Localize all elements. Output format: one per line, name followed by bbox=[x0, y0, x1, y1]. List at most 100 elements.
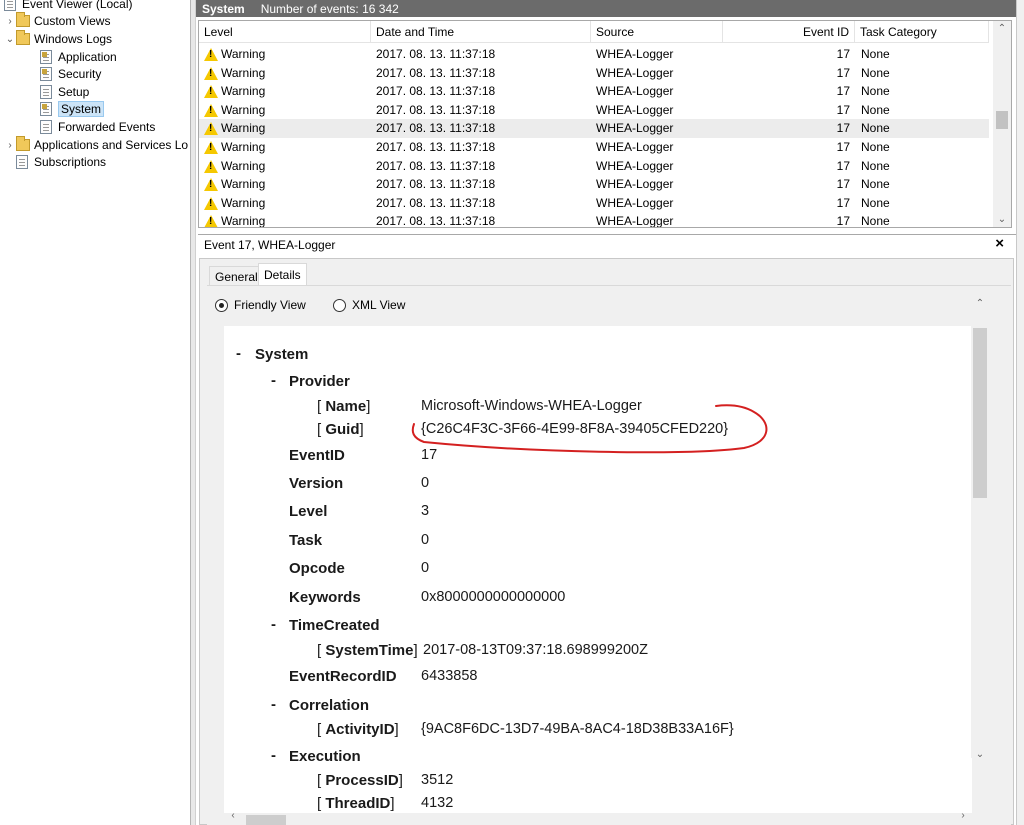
cell-task-category: None bbox=[861, 214, 890, 228]
table-row[interactable]: Warning 2017. 08. 13. 11:37:18 WHEA-Logger… bbox=[199, 212, 989, 228]
tree-item-windows-logs[interactable]: ⌄ Windows Logs bbox=[4, 30, 112, 48]
field-keywords-value: 0x8000000000000000 bbox=[421, 589, 566, 605]
tree-item-label: Event Viewer (Local) bbox=[22, 0, 133, 11]
cell-level: Warning bbox=[221, 195, 266, 210]
friendly-view-radio[interactable]: Friendly View bbox=[215, 298, 306, 312]
cell-source: WHEA-Logger bbox=[596, 177, 674, 192]
actions-pane-edge bbox=[1016, 0, 1024, 825]
cell-source: WHEA-Logger bbox=[596, 195, 674, 210]
scrollbar-thumb[interactable] bbox=[996, 111, 1008, 129]
radio-label: XML View bbox=[352, 298, 406, 312]
tree-item-label: Custom Views bbox=[34, 14, 111, 28]
field-task-key: Task bbox=[289, 532, 323, 549]
field-recordid-key: EventRecordID bbox=[289, 668, 397, 685]
radio-unselected-icon bbox=[333, 298, 346, 312]
details-horizontal-scrollbar[interactable]: ‹ › bbox=[224, 810, 972, 825]
annotation-circle bbox=[411, 404, 768, 454]
warning-icon bbox=[204, 122, 218, 136]
cell-event-id: 17 bbox=[836, 65, 850, 80]
chevron-right-icon[interactable]: › bbox=[4, 140, 16, 151]
chevron-up-icon[interactable]: ⌃ bbox=[993, 23, 1011, 34]
details-vertical-scrollbar[interactable]: ⌃ ⌄ bbox=[971, 298, 989, 760]
close-icon[interactable]: × bbox=[995, 235, 1004, 252]
chevron-right-icon[interactable]: › bbox=[4, 16, 16, 27]
tree-item-security[interactable]: Security bbox=[40, 65, 101, 83]
chevron-right-icon[interactable]: › bbox=[954, 810, 972, 821]
folder-icon bbox=[16, 136, 30, 151]
grid-vertical-scrollbar[interactable]: ⌃ ⌄ bbox=[993, 21, 1011, 227]
tree-item-setup[interactable]: Setup bbox=[40, 83, 89, 101]
field-opcode-value: 0 bbox=[421, 560, 430, 576]
log-header-bar: System Number of events: 16 342 bbox=[196, 0, 1016, 17]
tree-item-app-services-logs[interactable]: › Applications and Services Lo bbox=[4, 136, 188, 154]
radio-selected-icon bbox=[215, 298, 228, 312]
grid-header: Level Date and Time Source Event ID Task… bbox=[199, 21, 989, 43]
chevron-up-icon[interactable]: ⌃ bbox=[971, 298, 989, 309]
table-row[interactable]: Warning 2017. 08. 13. 11:37:18 WHEA-Logger… bbox=[199, 138, 989, 157]
processid-value: 3512 bbox=[421, 772, 454, 788]
column-header-task-category[interactable]: Task Category bbox=[855, 21, 989, 43]
event-details-panel: General Details Friendly View XML View -… bbox=[199, 258, 1014, 825]
cell-level: Warning bbox=[221, 65, 266, 80]
cell-event-id: 17 bbox=[836, 158, 850, 173]
field-version-key: Version bbox=[289, 475, 344, 492]
column-header-event-id[interactable]: Event ID bbox=[723, 21, 855, 43]
subscriptions-icon bbox=[16, 155, 28, 169]
collapse-marker[interactable]: - bbox=[271, 616, 276, 633]
tree-item-label: Security bbox=[58, 67, 102, 81]
tab-general[interactable]: General bbox=[209, 266, 264, 286]
cell-date: 2017. 08. 13. 11:37:18 bbox=[376, 65, 496, 80]
warning-icon bbox=[204, 141, 218, 154]
tree-item-custom-views[interactable]: › Custom Views bbox=[4, 12, 110, 30]
collapse-marker[interactable]: - bbox=[271, 696, 276, 713]
tree-item-subscriptions[interactable]: Subscriptions bbox=[16, 153, 106, 171]
cell-task-category: None bbox=[861, 102, 890, 117]
collapse-marker[interactable]: - bbox=[271, 747, 276, 764]
cell-event-id: 17 bbox=[836, 121, 850, 136]
chevron-down-icon[interactable]: ⌄ bbox=[993, 214, 1011, 225]
events-grid: Level Date and Time Source Event ID Task… bbox=[198, 20, 1012, 228]
column-header-date[interactable]: Date and Time bbox=[371, 21, 591, 43]
cell-date: 2017. 08. 13. 11:37:18 bbox=[376, 121, 496, 136]
scrollbar-thumb[interactable] bbox=[973, 328, 987, 498]
table-row[interactable]: Warning 2017. 08. 13. 11:37:18 WHEA-Logger… bbox=[199, 175, 989, 194]
column-header-source[interactable]: Source bbox=[591, 21, 723, 43]
chevron-down-icon[interactable]: ⌄ bbox=[4, 34, 16, 45]
xml-view-radio[interactable]: XML View bbox=[333, 298, 405, 312]
cell-task-category: None bbox=[861, 84, 890, 99]
node-correlation: Correlation bbox=[289, 697, 370, 714]
cell-level: Warning bbox=[221, 177, 266, 192]
node-timecreated: TimeCreated bbox=[289, 617, 380, 634]
table-row[interactable]: Warning 2017. 08. 13. 11:37:18 WHEA-Logger… bbox=[199, 101, 989, 120]
field-task-value: 0 bbox=[421, 532, 430, 548]
cell-event-id: 17 bbox=[836, 214, 850, 228]
table-row[interactable]: Warning 2017. 08. 13. 11:37:18 WHEA-Logger… bbox=[199, 45, 989, 64]
table-row[interactable]: Warning 2017. 08. 13. 11:37:18 WHEA-Logger… bbox=[199, 64, 989, 83]
cell-event-id: 17 bbox=[836, 140, 850, 154]
log-icon bbox=[40, 50, 52, 64]
tree-item-system[interactable]: System bbox=[40, 100, 105, 118]
node-execution: Execution bbox=[289, 748, 361, 765]
table-row[interactable]: Warning 2017. 08. 13. 11:37:18 WHEA-Logger… bbox=[199, 194, 989, 213]
cell-source: WHEA-Logger bbox=[596, 214, 674, 228]
chevron-down-icon[interactable]: ⌄ bbox=[971, 749, 989, 760]
tree-item-forwarded-events[interactable]: Forwarded Events bbox=[40, 118, 155, 136]
scrollbar-thumb[interactable] bbox=[246, 815, 286, 825]
cell-source: WHEA-Logger bbox=[596, 121, 674, 136]
table-row[interactable]: Warning 2017. 08. 13. 11:37:18 WHEA-Logger… bbox=[199, 82, 989, 101]
folder-icon bbox=[16, 12, 30, 27]
tab-details[interactable]: Details bbox=[258, 263, 307, 285]
column-header-level[interactable]: Level bbox=[199, 21, 371, 43]
cell-task-category: None bbox=[861, 65, 890, 80]
table-row[interactable]: Warning 2017. 08. 13. 11:37:18 WHEA-Logger… bbox=[199, 119, 989, 138]
cell-date: 2017. 08. 13. 11:37:18 bbox=[376, 102, 496, 117]
table-row[interactable]: Warning 2017. 08. 13. 11:37:18 WHEA-Logger… bbox=[199, 157, 989, 176]
field-version-value: 0 bbox=[421, 475, 430, 491]
tree-item-label: Setup bbox=[58, 85, 90, 99]
pane-splitter[interactable] bbox=[190, 0, 196, 825]
chevron-left-icon[interactable]: ‹ bbox=[224, 810, 242, 821]
tree-item-application[interactable]: Application bbox=[40, 48, 117, 66]
warning-icon bbox=[204, 103, 218, 117]
cell-date: 2017. 08. 13. 11:37:18 bbox=[376, 47, 496, 61]
cell-event-id: 17 bbox=[836, 102, 850, 117]
